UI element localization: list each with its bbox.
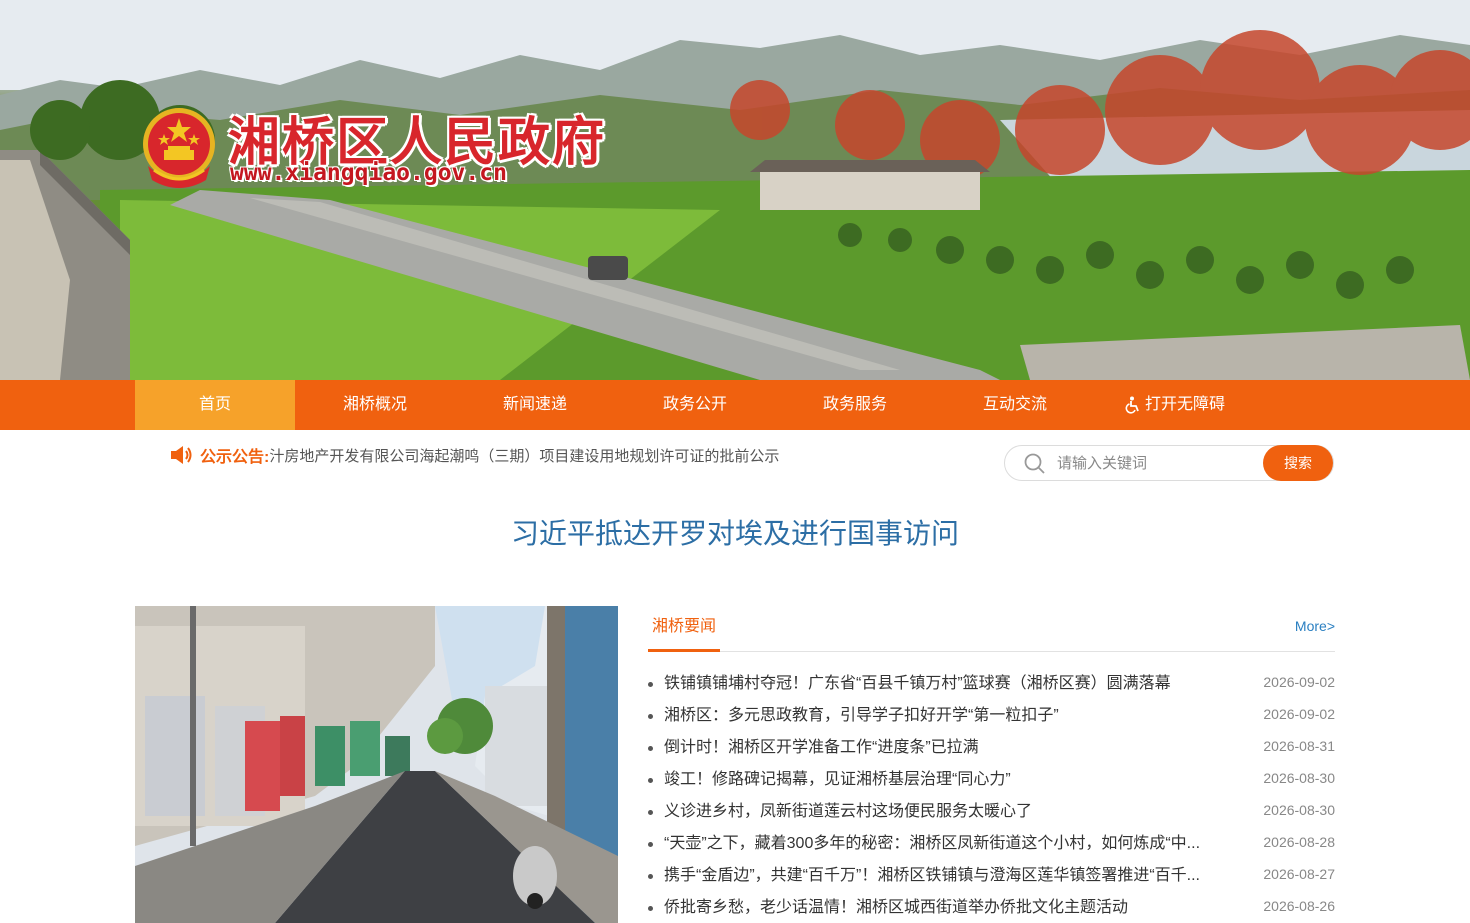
news-title[interactable]: “天壶”之下，藏着300多年的秘密：湘桥区凤新街道这个小村，如何炼成“中... <box>664 828 1224 860</box>
site-logo[interactable]: 湘桥区人民政府 www.xiangqiao.gov.cn <box>140 104 620 194</box>
tab-xiangqiao-news[interactable]: 湘桥要闻 <box>648 606 721 652</box>
news-title[interactable]: 义诊进乡村，凤新街道莲云村这场便民服务太暖心了 <box>664 796 1224 828</box>
news-list: 铁铺镇铺埔村夺冠！广东省“百县千镇万村”篮球赛（湘桥区赛）圆满落幕 2026-0… <box>648 668 1335 923</box>
news-date: 2026-08-27 <box>1263 866 1335 882</box>
more-link[interactable]: More> <box>1295 618 1335 634</box>
search-box: 搜索 <box>1004 445 1334 481</box>
bullet-icon <box>648 874 653 879</box>
street-photo-image <box>135 606 618 923</box>
wheelchair-icon <box>1125 396 1139 414</box>
search-icon <box>1024 453 1045 474</box>
news-panel: 湘桥要闻 More> 铁铺镇铺埔村夺冠！广东省“百县千镇万村”篮球赛（湘桥区赛）… <box>648 606 1335 923</box>
news-row: 倒计时！湘桥区开学准备工作“进度条”已拉满 2026-08-31 <box>648 732 1335 764</box>
feature-photo[interactable] <box>135 606 618 923</box>
accessibility-label: 打开无障碍 <box>1144 396 1225 413</box>
news-title[interactable]: 湘桥区：多元思政教育，引导学子扣好开学“第一粒扣子” <box>664 700 1224 732</box>
notice-bar: 公示公告: 汁房地产开发有限公司海起潮鸣（三期）项目建设用地规划许可证的批前公示 <box>168 440 818 470</box>
news-title[interactable]: 铁铺镇铺埔村夺冠！广东省“百县千镇万村”篮球赛（湘桥区赛）圆满落幕 <box>664 668 1224 700</box>
national-emblem-icon <box>143 108 215 188</box>
search-input[interactable] <box>1057 448 1262 478</box>
bullet-icon <box>648 714 653 719</box>
news-date: 2026-09-02 <box>1263 706 1335 722</box>
bullet-icon <box>648 746 653 751</box>
nav-item-overview[interactable]: 湘桥概况 <box>295 380 455 430</box>
news-row: “天壶”之下，藏着300多年的秘密：湘桥区凤新街道这个小村，如何炼成“中... … <box>648 828 1335 860</box>
news-date: 2026-08-26 <box>1263 898 1335 914</box>
news-title[interactable]: 倒计时！湘桥区开学准备工作“进度条”已拉满 <box>664 732 1224 764</box>
main-nav: 首页 湘桥概况 新闻速递 政务公开 政务服务 互动交流 打开无障碍 <box>0 380 1470 430</box>
header-banner: 湘桥区人民政府 www.xiangqiao.gov.cn <box>0 0 1470 380</box>
news-title[interactable]: 侨批寄乡愁，老少话温情！湘桥区城西街道举办侨批文化主题活动 <box>664 892 1224 923</box>
headline-link[interactable]: 习近平抵达开罗对埃及进行国事访问 <box>0 512 1470 552</box>
notice-link[interactable]: 汁房地产开发有限公司海起潮鸣（三期）项目建设用地规划许可证的批前公示 <box>269 445 779 466</box>
news-date: 2026-08-30 <box>1263 770 1335 786</box>
site-url: www.xiangqiao.gov.cn <box>230 160 507 186</box>
news-title[interactable]: 竣工！修路碑记揭幕，见证湘桥基层治理“同心力” <box>664 764 1224 796</box>
news-row: 竣工！修路碑记揭幕，见证湘桥基层治理“同心力” 2026-08-30 <box>648 764 1335 796</box>
nav-item-gov-services[interactable]: 政务服务 <box>775 380 935 430</box>
nav-item-gov-affairs[interactable]: 政务公开 <box>615 380 775 430</box>
bullet-icon <box>648 842 653 847</box>
nav-item-accessibility[interactable]: 打开无障碍 <box>1095 380 1255 430</box>
news-row: 铁铺镇铺埔村夺冠！广东省“百县千镇万村”篮球赛（湘桥区赛）圆满落幕 2026-0… <box>648 668 1335 700</box>
nav-item-news[interactable]: 新闻速递 <box>455 380 615 430</box>
news-date: 2026-08-31 <box>1263 738 1335 754</box>
bullet-icon <box>648 810 653 815</box>
news-date: 2026-09-02 <box>1263 674 1335 690</box>
news-row: 携手“金盾边”，共建“百千万”！湘桥区铁铺镇与澄海区莲华镇签署推进“百千... … <box>648 860 1335 892</box>
bullet-icon <box>648 906 653 911</box>
news-row: 义诊进乡村，凤新街道莲云村这场便民服务太暖心了 2026-08-30 <box>648 796 1335 828</box>
bullet-icon <box>648 778 653 783</box>
news-tabs: 湘桥要闻 More> <box>648 606 1335 652</box>
notice-label: 公示公告: <box>200 449 270 466</box>
news-date: 2026-08-30 <box>1263 802 1335 818</box>
bullet-icon <box>648 682 653 687</box>
news-date: 2026-08-28 <box>1263 834 1335 850</box>
nav-item-home[interactable]: 首页 <box>135 380 295 430</box>
news-row: 侨批寄乡愁，老少话温情！湘桥区城西街道举办侨批文化主题活动 2026-08-26 <box>648 892 1335 923</box>
nav-item-interaction[interactable]: 互动交流 <box>935 380 1095 430</box>
search-button[interactable]: 搜索 <box>1263 445 1333 481</box>
horn-icon <box>171 446 192 464</box>
news-title[interactable]: 携手“金盾边”，共建“百千万”！湘桥区铁铺镇与澄海区莲华镇签署推进“百千... <box>664 860 1224 892</box>
news-row: 湘桥区：多元思政教育，引导学子扣好开学“第一粒扣子” 2026-09-02 <box>648 700 1335 732</box>
